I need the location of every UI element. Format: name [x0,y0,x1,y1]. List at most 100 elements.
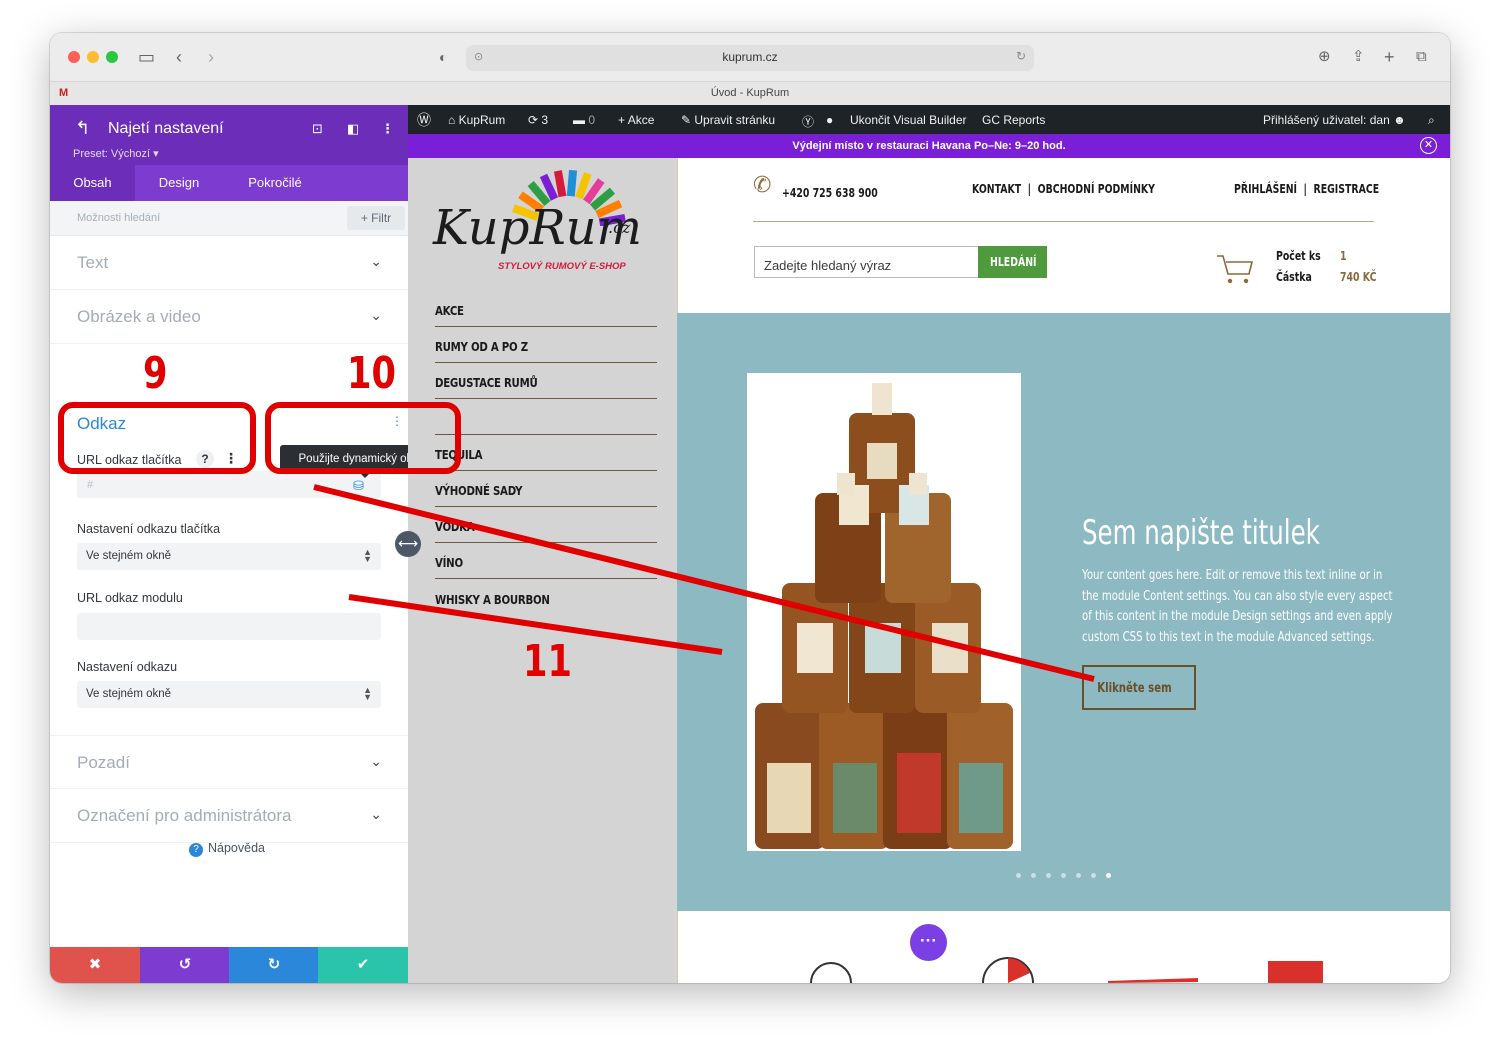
save-button[interactable]: ✔ [318,947,408,983]
more-options-icon[interactable]: ⋮ [381,121,394,137]
options-search-input[interactable]: Možnosti hledání [77,212,160,224]
search-icon[interactable]: ⌕ [1428,113,1435,128]
module-url-input[interactable] [77,613,381,640]
site-search-button[interactable]: HLEDÁNÍ [978,246,1047,278]
section-text[interactable]: Text ⌄ [50,236,408,290]
menu-item-rumy[interactable]: RUMY OD A PO Z [435,327,657,363]
module-link-target-label: Nastavení odkazu [77,660,178,674]
site-tagline: STYLOVÝ RUMOVÝ E-SHOP [498,261,626,272]
slider-dot[interactable] [1076,873,1081,878]
section-admin-label[interactable]: Označení pro administrátora ⌄ [50,789,408,843]
sidebar-toggle-icon[interactable]: ▭ [138,45,155,69]
reload-icon[interactable]: ↻ [1016,49,1026,63]
forward-icon[interactable]: › [208,45,214,69]
top-links-right-text: PŘIHLÁŠENÍ | REGISTRACE [1234,182,1380,196]
tab-design[interactable]: Design [135,165,223,201]
section-admin-label-title: Označení pro administrátora [77,806,292,825]
site-name-link[interactable]: ⌂ KupRum [448,113,505,127]
menu-item-vino[interactable]: VÍNO [435,543,657,579]
slider-dot[interactable] [1016,873,1021,878]
browser-window: ▭ ‹ › ◐ ⊙ kuprum.cz ↻ ⊕ ⇪ + ⧉ M Úvod - K… [50,33,1450,983]
slider-dot[interactable] [1031,873,1036,878]
fullscreen-icon[interactable]: ⊡ [312,121,323,137]
help-icon: ? [189,843,203,857]
yoast-icon[interactable]: Ⓨ [802,113,814,130]
minimize-window-button[interactable] [87,51,99,63]
new-content-link[interactable]: + Akce [618,113,654,127]
slide-image-rum-bottles[interactable] [747,373,1021,851]
section-background[interactable]: Pozadí ⌄ [50,735,408,789]
help-icon[interactable]: ? [196,450,214,468]
section-link-menu-icon[interactable]: ⋮ [391,414,403,428]
back-arrow-icon[interactable]: ↰ [75,118,90,139]
menu-item-vodka[interactable]: VODKA [435,507,657,543]
tab-overview-icon[interactable]: ⧉ [1416,45,1427,69]
cart-count-label-text: Počet ks [1276,249,1321,263]
slider-dot[interactable] [1061,873,1066,878]
section-link-title[interactable]: Odkaz [77,414,126,434]
filter-button[interactable]: + Filtr [347,206,405,230]
menu-item-whisky[interactable]: WHISKY A BOURBON [435,579,657,615]
site-search-input[interactable]: Zadejte hledaný výraz [754,246,979,278]
menu-item-label: VÝHODNÉ SADY [435,484,523,498]
new-tab-icon[interactable]: + [1384,45,1395,69]
menu-item-sady[interactable]: VÝHODNÉ SADY [435,471,657,507]
slide-title[interactable]: Sem napište titulek [1082,513,1320,553]
close-window-button[interactable] [68,51,80,63]
button-url-input[interactable]: # [77,471,381,498]
gc-reports-link[interactable]: GC Reports [982,113,1045,127]
menu-item-degustace[interactable]: DEGUSTACE RUMŮ [435,363,657,399]
comments-link[interactable]: ▬ 0 [573,113,595,127]
plus-icon: + [618,113,628,127]
section-background-title: Pozadí [77,753,130,772]
slide-body[interactable]: Your content goes here. Edit or remove t… [1082,566,1398,648]
address-bar[interactable]: ⊙ kuprum.cz ↻ [466,45,1034,71]
privacy-shield-icon[interactable]: ◐ [439,45,447,69]
button-link-target-select[interactable]: Ve stejném okně ▲ ▼ [77,543,381,570]
share-icon[interactable]: ⇪ [1352,45,1365,69]
slide-button[interactable]: Klikněte sem [1082,665,1196,710]
status-dot-icon[interactable]: ● [826,113,833,127]
wordpress-logo-icon[interactable]: Ⓦ [417,110,431,130]
wp-admin-bar: Ⓦ ⌂ KupRum ⟳ 3 ▬ 0 + Akce ✎ Upravit strá… [408,105,1450,134]
downloads-icon[interactable]: ⊕ [1318,45,1331,69]
exit-visual-builder-link[interactable]: Ukončit Visual Builder [850,113,967,127]
module-link-target-select[interactable]: Ve stejném okně ▲ ▼ [77,681,381,708]
site-sidebar: KupRum .cz STYLOVÝ RUMOVÝ E-SHOP AKCE RU… [408,158,677,983]
module-link-target-value: Ve stejném okně [86,688,172,700]
top-links-left[interactable]: KONTAKT | OBCHODNÍ PODMÍNKY [972,182,1207,196]
preset-selector[interactable]: Preset: Výchozí ▾ [73,147,159,160]
panel-header: ↰ Najetí nastavení Preset: Výchozí ▾ ⊡ ◧… [50,105,408,165]
undo-button[interactable]: ↺ [140,947,230,983]
slider-dot-active[interactable] [1106,873,1111,878]
phone-number[interactable]: +420 725 638 900 [782,186,905,200]
top-links-right[interactable]: PŘIHLÁŠENÍ | REGISTRACE [1234,182,1420,196]
split-view-icon[interactable]: ◧ [347,121,359,137]
panel-resize-handle[interactable]: ⟷ [395,531,421,557]
menu-item-akce[interactable]: AKCE [435,291,657,327]
dashboard-icon: ⌂ [448,113,459,127]
chevron-down-icon: ⌄ [370,253,382,269]
help-link[interactable]: ? Nápověda [189,841,265,857]
cart-icon[interactable] [1215,250,1255,290]
redo-button[interactable]: ↻ [229,947,319,983]
back-icon[interactable]: ‹ [176,45,182,69]
close-icon[interactable]: ✕ [1420,137,1437,154]
tab-advanced[interactable]: Pokročilé [223,165,327,201]
menu-item-label: VODKA [435,520,475,534]
browser-toolbar: ▭ ‹ › ◐ ⊙ kuprum.cz ↻ ⊕ ⇪ + ⧉ [50,33,1450,81]
slider-dot[interactable] [1046,873,1051,878]
updates-link[interactable]: ⟳ 3 [528,113,548,127]
section-image-video[interactable]: Obrázek a video ⌄ [50,290,408,344]
tab-content[interactable]: Obsah [50,165,135,201]
active-tab-title[interactable]: Úvod - KupRum [50,87,1450,99]
field-options-icon[interactable]: ⋮ [224,450,238,467]
menu-item-tequila[interactable]: TEQUILA [435,435,657,471]
edit-page-link[interactable]: ✎ Upravit stránku [681,113,775,127]
user-account-link[interactable]: Přihlášený uživatel: dan ☻ [1263,113,1406,127]
slider-dot[interactable] [1091,873,1096,878]
dynamic-content-icon[interactable]: ⛁ [353,478,364,494]
zoom-window-button[interactable] [106,51,118,63]
menu-item-hidden[interactable] [435,399,657,435]
cancel-button[interactable]: ✖ [50,947,140,983]
